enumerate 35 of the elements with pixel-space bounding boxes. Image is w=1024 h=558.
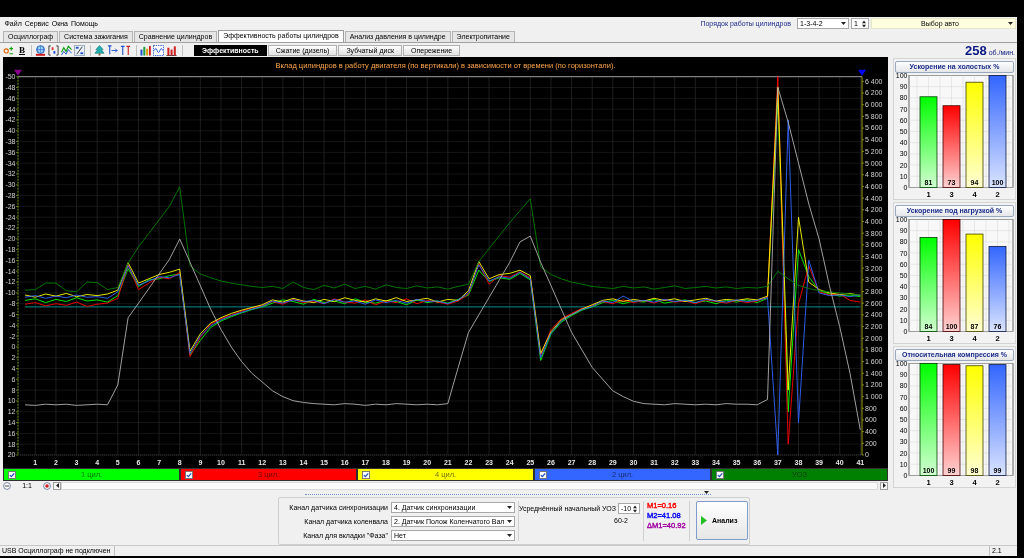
plus-minus-icon[interactable] (3, 44, 14, 56)
play-icon (701, 516, 707, 525)
zoom-out-icon[interactable] (3, 481, 11, 490)
checkbox[interactable] (716, 470, 724, 479)
caret-icon (507, 519, 512, 523)
globe-icon[interactable] (35, 44, 46, 56)
marker-icon[interactable] (14, 69, 22, 76)
zigzag-icon[interactable] (61, 44, 72, 56)
rpm-value: 258 (964, 43, 987, 57)
scroll-right-button[interactable] (880, 481, 888, 490)
wave-icon[interactable] (153, 44, 164, 56)
caret-icon (1008, 22, 1013, 25)
checkbox[interactable] (539, 470, 547, 479)
caret-icon (507, 505, 512, 509)
checkbox[interactable] (8, 470, 16, 479)
bar-chart-icon[interactable] (140, 44, 151, 56)
arrow-left-icon (55, 483, 59, 488)
arrow-icon[interactable] (107, 44, 118, 56)
fraction-icon[interactable] (74, 44, 85, 56)
arrow-right-icon (882, 483, 886, 488)
record-icon[interactable] (43, 481, 51, 490)
tree-icon[interactable] (94, 44, 105, 56)
bracket-icon[interactable] (48, 44, 59, 56)
cursors-icon[interactable] (120, 44, 131, 56)
checkbox[interactable] (185, 470, 193, 479)
checkbox[interactable] (362, 470, 370, 479)
letter-button[interactable]: B (18, 44, 26, 56)
splitter-handle[interactable] (305, 491, 711, 495)
scrollbar[interactable] (61, 481, 878, 490)
spin-arrows-icon (862, 19, 866, 28)
spin-arrows-icon (633, 504, 638, 513)
marker-icon[interactable] (858, 69, 866, 76)
caret-icon (841, 22, 846, 25)
column-chart-icon[interactable] (166, 44, 177, 56)
caret-icon (507, 533, 512, 537)
